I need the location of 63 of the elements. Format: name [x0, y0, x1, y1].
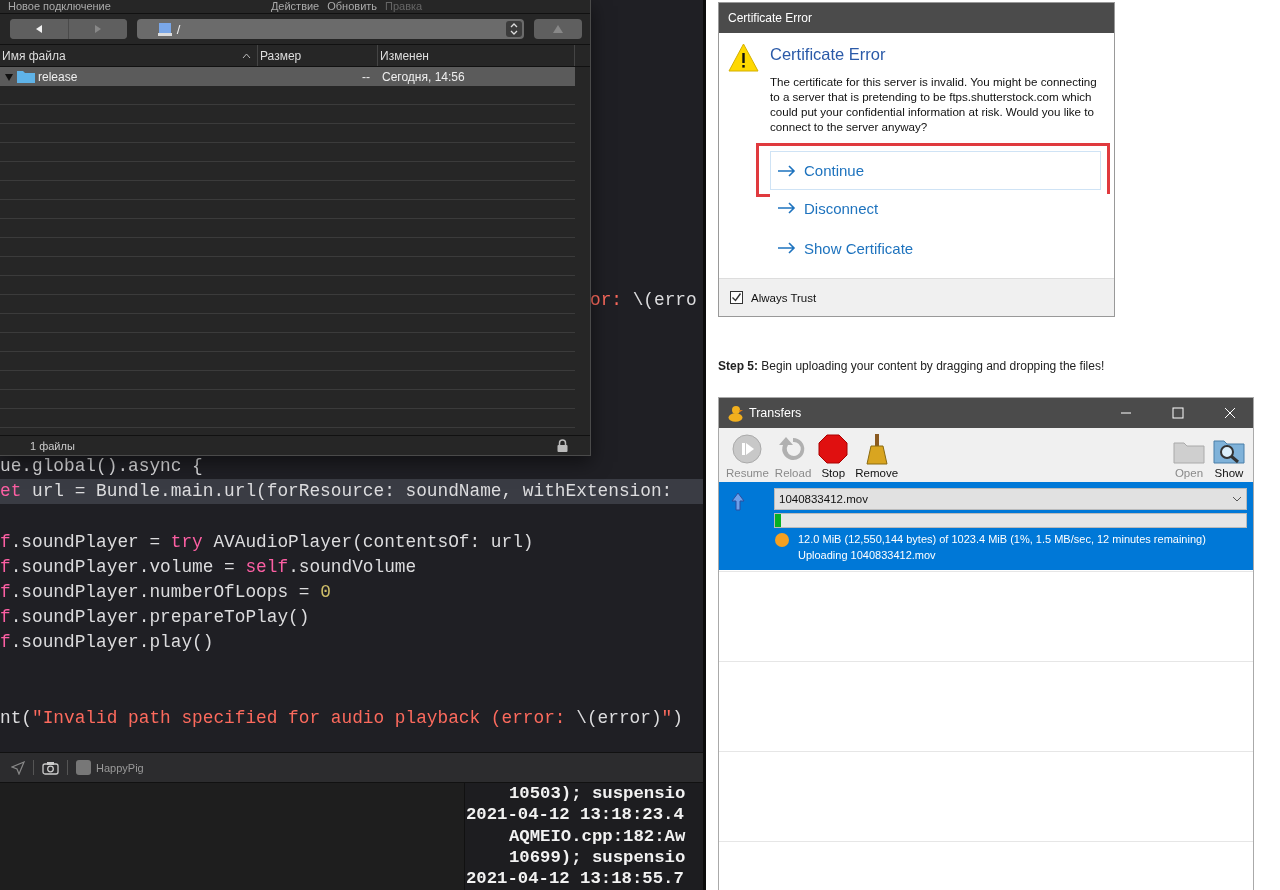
column-header[interactable]: Имя файла: [0, 45, 258, 66]
file-row[interactable]: release -- Сегодня, 14:56: [0, 67, 575, 86]
up-arrow-icon: [552, 24, 565, 34]
step-text: Step 5: Begin uploading your content by dragging and dropping the files!: [718, 359, 1106, 373]
console-line: 10503); suspensio: [508, 783, 687, 805]
path-dropdown[interactable]: /: [136, 19, 525, 39]
option-link[interactable]: Continue: [770, 151, 1101, 190]
disk-icon: [156, 21, 173, 37]
transfer-activity: Uploading 1040833412.mov: [798, 547, 937, 563]
warning-icon: [728, 43, 759, 72]
file-name: release: [38, 69, 78, 84]
location-arrow-icon[interactable]: [11, 760, 25, 775]
camera-icon[interactable]: [42, 760, 59, 775]
console-line: AQMEIO.cpp:182:Aw: [508, 825, 687, 847]
app-icon: [76, 760, 91, 775]
transfer-status: 12.0 MiB (12,550,144 bytes) of 1023.4 MiB (1%, 1.5 MB/sec, 12 minutes remaining): [798, 532, 1206, 547]
chevron-icon: [1232, 496, 1242, 502]
folder-icon: [17, 70, 35, 83]
checkbox-label: Always Trust: [751, 291, 817, 304]
play-icon: [731, 433, 764, 465]
file-dropdown[interactable]: 1040833412.mov: [774, 488, 1247, 510]
menu-item[interactable]: Действие: [270, 0, 320, 13]
code-line: f.soundPlayer = try AVAudioPlayer(contentsOf: url): [0, 530, 535, 554]
stop-icon: [817, 433, 850, 465]
dialog-heading: Certificate Error: [770, 45, 887, 64]
toolbar-button[interactable]: Remove: [852, 433, 902, 479]
dialog-message: The certificate for this server is invalid. You might be connecting to a server that is pretending to be ftps.shutterstock.com which could put your confidential information at risk. Would you like to connect to the server anyway?: [770, 74, 1098, 134]
code-line: f.soundPlayer.prepareToPlay(): [0, 606, 311, 630]
stepper-icon: [506, 21, 523, 37]
arrow-icon: [777, 242, 796, 254]
caret-icon: [242, 52, 251, 59]
arrow-icon: [777, 164, 796, 177]
transfer-item[interactable]: 1040833412.mov 12.0 MiB (12,550,144 bytes) of 1023.4 MiB (1%, 1.5 MB/sec, 12 minutes remaining) Uploading 1040833412.mov: [719, 482, 1253, 570]
file-size: --: [361, 69, 371, 84]
file-date: Сегодня, 14:56: [381, 69, 465, 84]
status-text: 1 файлы: [30, 439, 75, 452]
upload-arrow-icon: [731, 492, 745, 512]
console-line: 2021-04-12 13:18:23.4: [465, 804, 685, 826]
dialog-title: Certificate Error: [719, 3, 1114, 33]
code-line: nt("Invalid path specified for audio playback (error: \(error)"): [0, 706, 684, 730]
checkbox[interactable]: [730, 291, 743, 304]
toolbar-button[interactable]: Show: [1209, 433, 1249, 479]
back-button[interactable]: [10, 19, 68, 39]
duck-icon: [728, 404, 743, 422]
console-line: 2021-04-12 13:18:55.7: [465, 868, 685, 890]
scheme-name[interactable]: HappyPig: [96, 761, 144, 774]
code-line: f.soundPlayer.volume = self.soundVolume: [0, 555, 418, 579]
column-header[interactable]: Изменен: [378, 45, 575, 66]
code-line: ue.global().async {: [0, 455, 204, 478]
toolbar-button[interactable]: Stop: [814, 433, 853, 479]
arrow-icon: [777, 202, 796, 214]
menu-item[interactable]: Обновить: [327, 0, 378, 13]
lock-icon: [557, 439, 568, 452]
forward-arrow-icon: [92, 24, 103, 34]
window-title: Transfers: [749, 406, 803, 420]
menu-item[interactable]: Новое подключение: [8, 0, 111, 13]
disclosure-triangle-icon[interactable]: [4, 71, 14, 82]
column-header[interactable]: Размер: [258, 45, 378, 66]
code-line: f.soundPlayer.play(): [0, 631, 215, 655]
status-dot-icon: [774, 532, 790, 548]
code-line: f.soundPlayer.numberOfLoops = 0: [0, 580, 332, 604]
console-line: 10699); suspensio: [508, 846, 687, 869]
code-line: or: \(erro: [590, 289, 698, 312]
